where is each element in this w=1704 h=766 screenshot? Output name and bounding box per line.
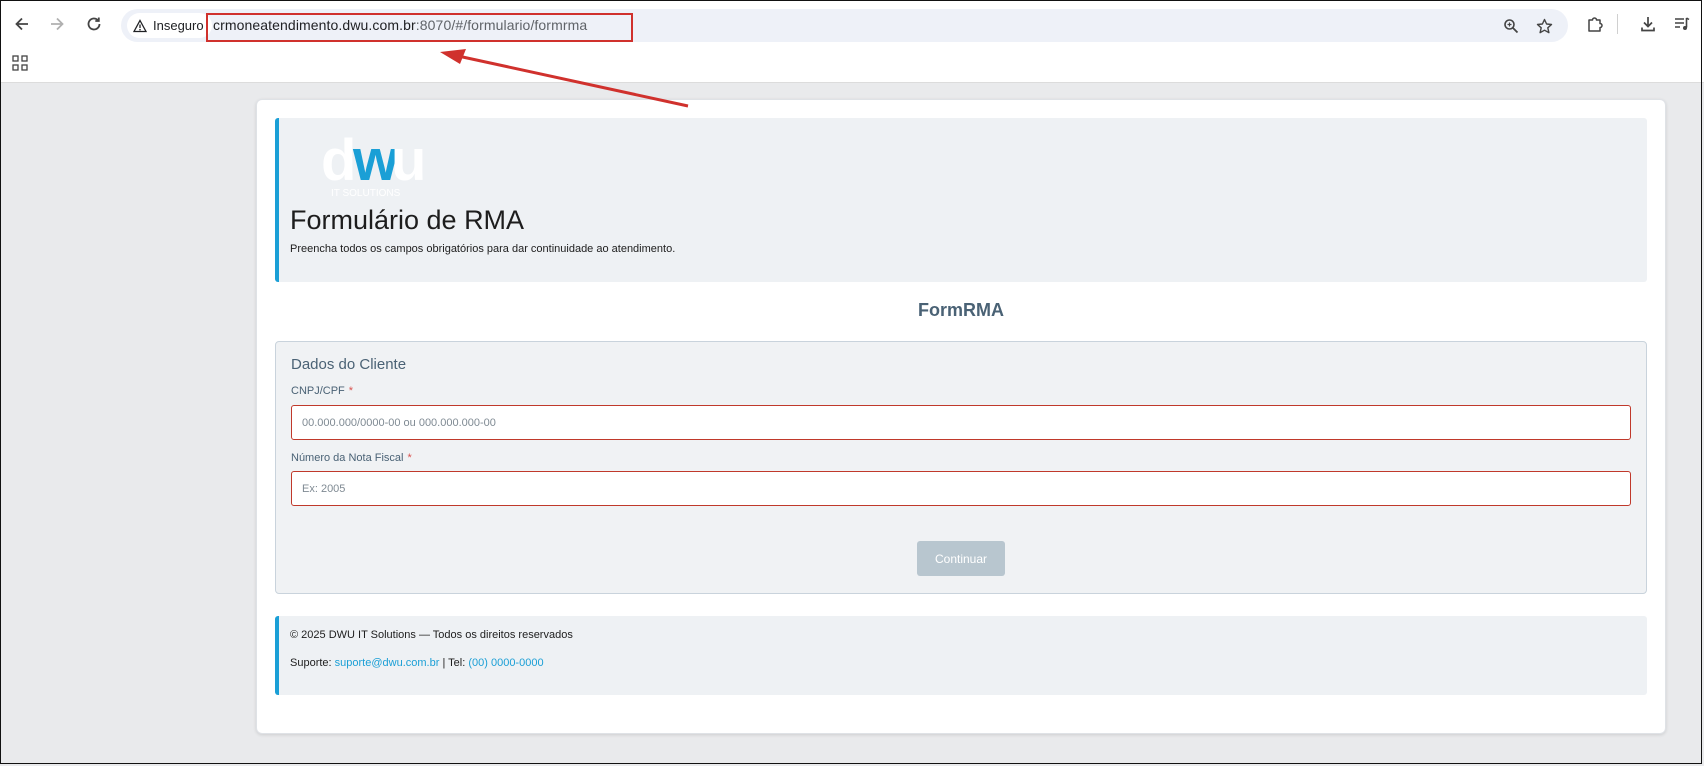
required-mark: * <box>348 385 354 397</box>
svg-text:IT SOLUTIONS: IT SOLUTIONS <box>331 188 401 199</box>
dwu-logo: d w u IT SOLUTIONS <box>321 132 426 199</box>
reload-button[interactable] <box>79 9 109 39</box>
url-highlight-box <box>206 13 633 42</box>
header-panel: d w u IT SOLUTIONS Formulário de RMA Pre… <box>275 118 1647 282</box>
continue-button[interactable]: Continuar <box>917 541 1005 576</box>
form-title: FormRMA <box>918 300 1004 320</box>
arrow-left-icon <box>15 17 28 31</box>
svg-text:d: d <box>321 132 353 193</box>
cnpj-cpf-label: CNPJ/CPF * <box>291 385 353 397</box>
downloads-button[interactable] <box>1636 12 1660 36</box>
bookmark-button[interactable] <box>1533 15 1555 37</box>
tel-link[interactable]: (00) 0000-0000 <box>468 657 543 669</box>
annotation-arrow <box>440 49 689 108</box>
zoom-icon <box>1504 19 1519 34</box>
star-icon <box>1536 18 1552 33</box>
svg-text:u: u <box>391 132 426 193</box>
media-controls-button[interactable] <box>1670 12 1694 36</box>
toolbar-separator <box>1617 14 1618 34</box>
required-mark: * <box>407 452 412 464</box>
invoice-number-input[interactable] <box>291 471 1631 506</box>
security-chip-label: Inseguro <box>153 18 204 33</box>
page-title: Formulário de RMA <box>290 205 525 235</box>
cnpj-cpf-input[interactable] <box>291 405 1631 440</box>
footer-panel: © 2025 DWU IT Solutions — Todos os direi… <box>275 616 1647 695</box>
apps-grid-icon[interactable] <box>12 55 28 71</box>
invoice-number-label: Número da Nota Fiscal * <box>291 452 412 464</box>
back-button[interactable] <box>7 9 37 39</box>
extensions-button[interactable] <box>1583 12 1607 36</box>
puzzle-icon <box>1588 17 1603 32</box>
invoice-number-label-text: Número da Nota Fiscal <box>291 452 404 464</box>
bookmarks-bar <box>0 48 1704 83</box>
warning-icon <box>133 18 147 32</box>
support-line: Suporte: suporte@dwu.com.br | Tel: (00) … <box>290 657 544 669</box>
forward-button[interactable] <box>42 9 72 39</box>
support-label: Suporte: <box>290 657 332 669</box>
arrow-right-icon <box>51 17 64 31</box>
tel-label: | Tel: <box>442 657 466 669</box>
security-chip[interactable]: Inseguro <box>127 13 212 38</box>
reload-icon <box>87 17 101 31</box>
download-icon <box>1641 17 1655 32</box>
media-controls-icon <box>1675 17 1690 30</box>
copyright-text: © 2025 DWU IT Solutions — Todos os direi… <box>290 629 573 641</box>
cnpj-cpf-label-text: CNPJ/CPF <box>291 385 345 397</box>
form-card: d w u IT SOLUTIONS Formulário de RMA Pre… <box>256 99 1666 734</box>
zoom-button[interactable] <box>1500 15 1522 37</box>
page-subtitle: Preencha todos os campos obrigatórios pa… <box>290 243 676 255</box>
client-data-fieldset: Dados do Cliente CNPJ/CPF* Número da Not… <box>275 341 1647 594</box>
support-email-link[interactable]: suporte@dwu.com.br <box>335 657 440 669</box>
section-legend: Dados do Cliente <box>291 356 407 373</box>
